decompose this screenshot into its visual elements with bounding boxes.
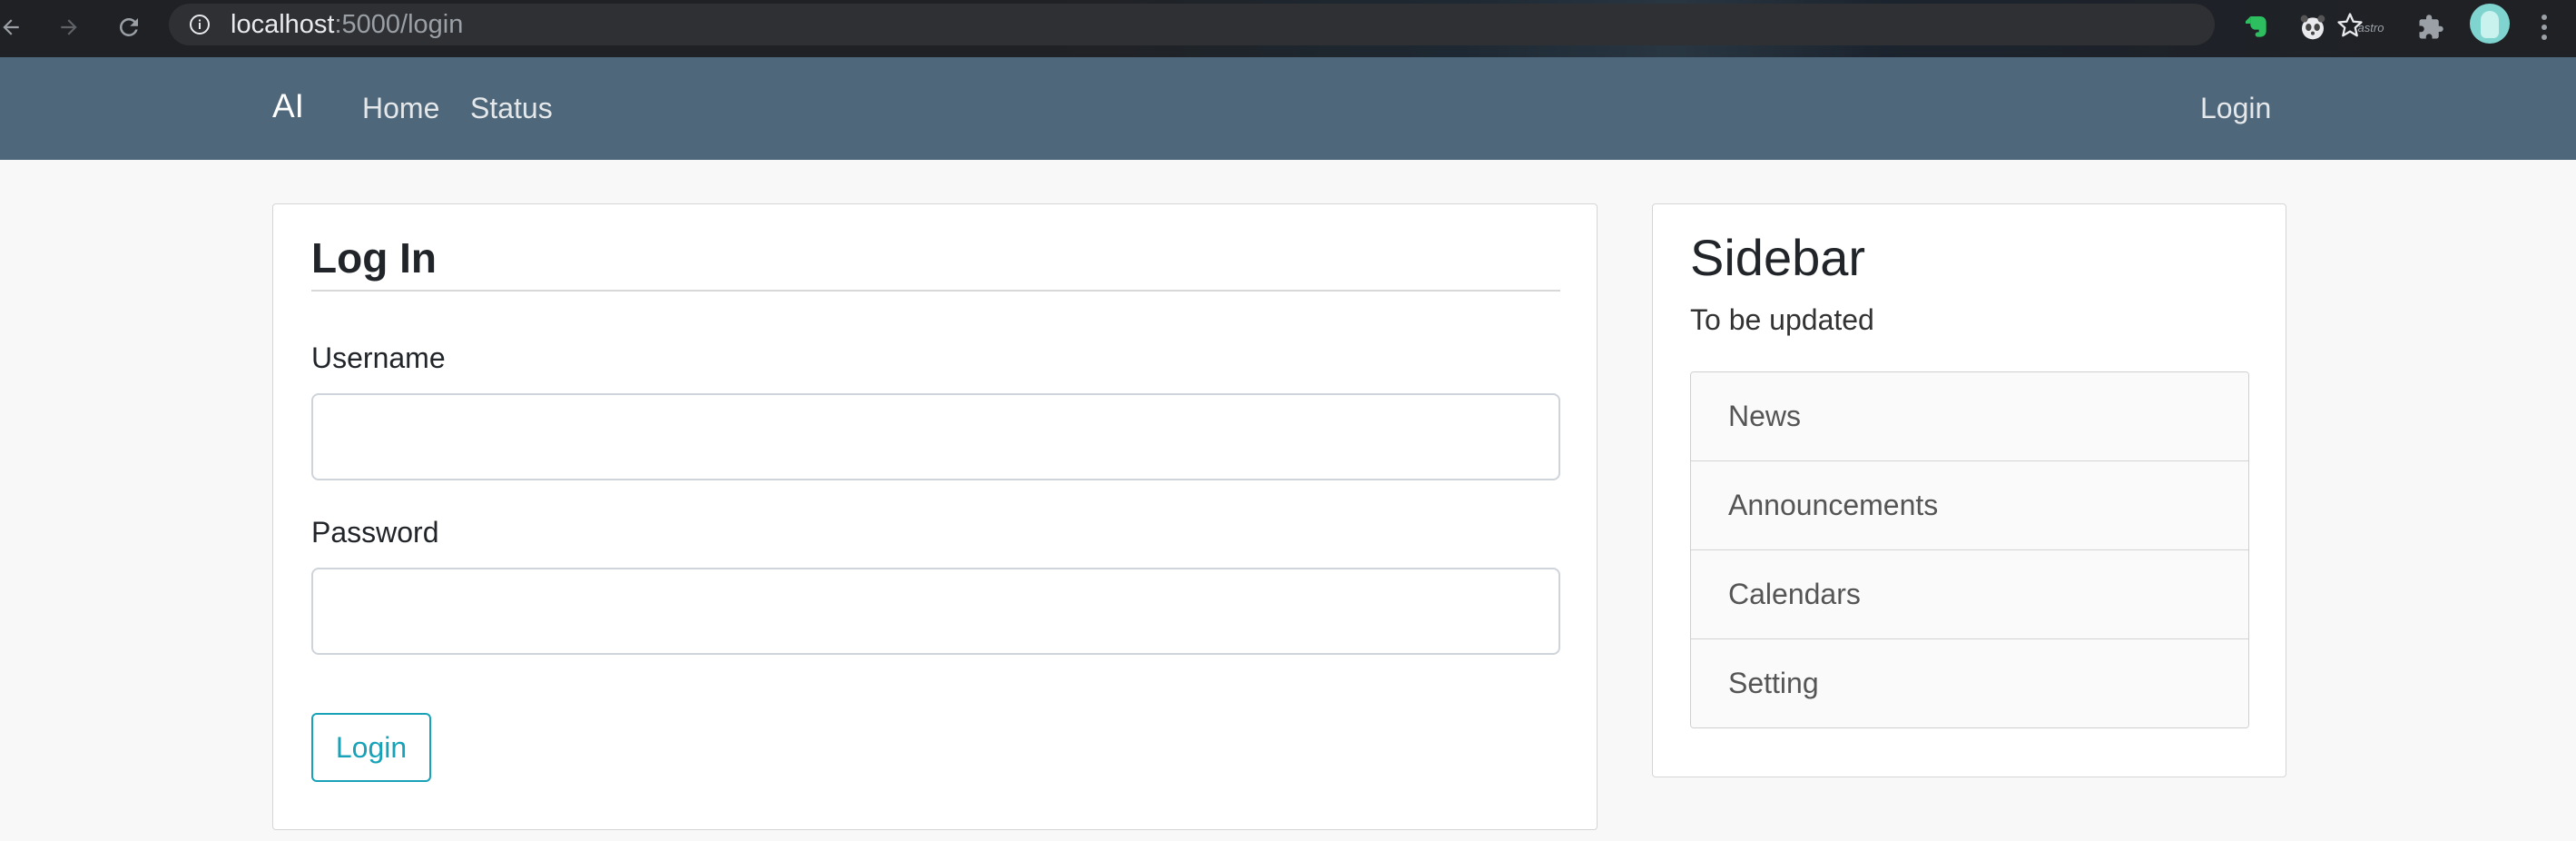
astro-icon-label: astro	[2357, 20, 2384, 35]
panda-icon	[2300, 15, 2325, 40]
evernote-extension-button[interactable]	[2238, 9, 2275, 45]
sidebar-item-label: Calendars	[1728, 578, 1861, 610]
sidebar-title: Sidebar	[1690, 229, 1866, 286]
url-host: localhost	[231, 10, 335, 39]
extensions-button[interactable]	[2413, 9, 2449, 45]
title-divider	[311, 290, 1560, 292]
url-text[interactable]: localhost:5000/login	[231, 12, 463, 38]
sidebar-item-setting[interactable]: Setting	[1691, 639, 2248, 727]
login-title: Log In	[311, 234, 437, 282]
password-input[interactable]	[311, 568, 1560, 655]
sidebar-item-label: Announcements	[1728, 489, 1939, 521]
username-label: Username	[311, 341, 446, 374]
arrow-right-icon	[61, 19, 77, 35]
info-icon[interactable]	[189, 14, 211, 35]
login-card: Log In Username Password Login	[272, 203, 1598, 830]
profile-avatar[interactable]	[2470, 4, 2510, 44]
forward-button[interactable]	[51, 9, 87, 45]
brand-link[interactable]: AI	[272, 88, 304, 124]
login-submit-button[interactable]: Login	[311, 713, 431, 782]
elephant-icon	[2246, 16, 2266, 37]
dot-icon	[2542, 25, 2547, 30]
browser-menu-button[interactable]	[2531, 9, 2558, 45]
sidebar-list: News Announcements Calendars Setting	[1690, 371, 2249, 728]
browser-toolbar: localhost:5000/login astro	[0, 0, 2576, 57]
sidebar-item-announcements[interactable]: Announcements	[1691, 461, 2248, 550]
arrow-left-icon	[3, 19, 19, 35]
nav-link-status[interactable]: Status	[470, 92, 553, 124]
astro-extension-button[interactable]: astro	[2353, 9, 2389, 45]
app-navbar: AI Home Status Login	[0, 57, 2576, 160]
nav-link-login[interactable]: Login	[2200, 92, 2271, 124]
nav-link-home[interactable]: Home	[362, 92, 439, 124]
username-input[interactable]	[311, 393, 1560, 480]
sidebar-item-news[interactable]: News	[1691, 372, 2248, 461]
sidebar-item-label: News	[1728, 400, 1802, 432]
sidebar-item-calendars[interactable]: Calendars	[1691, 550, 2248, 639]
password-label: Password	[311, 516, 439, 549]
sidebar-card: Sidebar To be updated News Announcements…	[1652, 203, 2286, 777]
panda-extension-button[interactable]	[2295, 9, 2331, 45]
reload-button[interactable]	[111, 9, 147, 45]
back-button[interactable]	[0, 9, 29, 45]
dot-icon	[2542, 15, 2547, 20]
puzzle-icon	[2419, 15, 2443, 39]
address-bar[interactable]: localhost:5000/login	[169, 4, 2363, 45]
sidebar-subtitle: To be updated	[1690, 303, 1874, 336]
reload-icon	[119, 17, 138, 36]
sidebar-item-label: Setting	[1728, 667, 1819, 699]
dot-icon	[2542, 35, 2547, 40]
url-path: :5000/login	[334, 10, 464, 39]
